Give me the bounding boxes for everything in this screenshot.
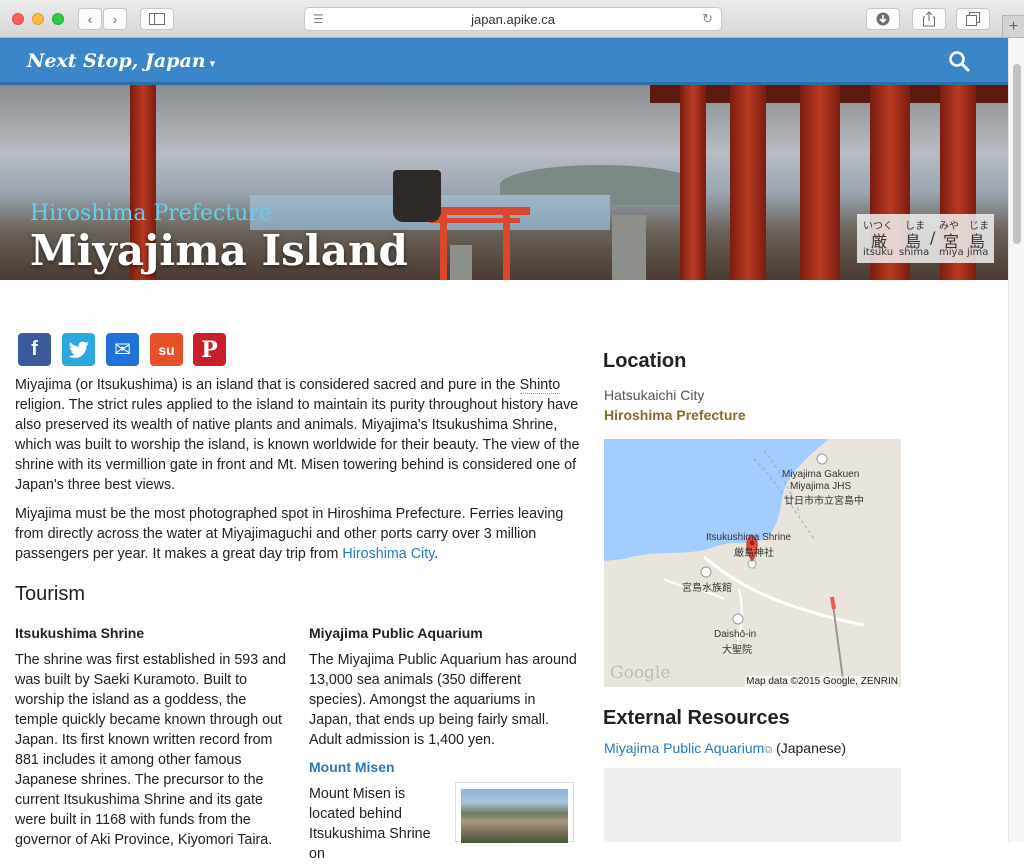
search-icon[interactable] [948, 50, 970, 72]
tabs-icon [966, 12, 980, 26]
map-label-shrine: Itsukushima Shrine [706, 532, 792, 543]
aquarium-text: The Miyajima Public Aquarium has around … [309, 652, 577, 748]
ad-placeholder [604, 768, 901, 842]
download-icon [876, 12, 890, 26]
url-text: japan.apike.ca [471, 11, 555, 27]
furigana-box: いつく しま みや じま 厳 島 / 宮 島 itsuku shima miya… [857, 214, 994, 263]
location-city: Hatsukaichi City [604, 387, 705, 403]
page-title: Miyajima Island [30, 226, 408, 275]
facebook-icon: f [31, 338, 38, 360]
external-link-suffix: (Japanese) [776, 740, 847, 756]
external-resources-heading: External Resources [603, 707, 790, 729]
map-label-school-1: Miyajima Gakuen [782, 469, 860, 480]
new-tab-button[interactable]: + [1002, 15, 1024, 37]
downloads-button[interactable] [866, 8, 900, 30]
forward-button[interactable]: › [103, 8, 127, 30]
stone-lantern [612, 215, 646, 280]
hanging-lantern [393, 170, 441, 222]
misen-text: Mount Misen is located behind Itsukushim… [309, 786, 431, 862]
pinterest-share-button[interactable]: P [193, 333, 226, 366]
shinto-term[interactable]: Shinto [519, 377, 561, 394]
shrine-heading: Itsukushima Shrine [15, 625, 145, 641]
twitter-share-button[interactable]: t [62, 333, 95, 366]
chevron-left-icon: ‹ [87, 11, 93, 27]
tourism-heading: Tourism [15, 583, 86, 605]
external-link-icon: ⧉ [764, 744, 773, 756]
stumbleupon-icon: su [158, 341, 175, 358]
reader-icon[interactable]: ☰ [313, 12, 324, 26]
address-bar[interactable]: ☰ japan.apike.ca ↻ [304, 7, 722, 31]
scrollbar-thumb[interactable] [1013, 64, 1021, 244]
mount-misen-link[interactable]: Mount Misen [309, 759, 395, 775]
map-label-daisho-jp: 大聖院 [722, 645, 752, 656]
google-logo[interactable]: Google [610, 663, 670, 683]
back-button[interactable]: ‹ [78, 8, 102, 30]
browser-toolbar: ‹ › ☰ japan.apike.ca ↻ + [0, 0, 1024, 38]
map-label-school-jp: 廿日市市立宮島中 [784, 496, 864, 507]
misen-photo [461, 789, 568, 843]
site-brand-menu[interactable]: Next Stop, Japan ▾ [27, 50, 215, 72]
ruby-romaji: itsuku [863, 247, 894, 258]
misen-thumbnail[interactable] [455, 782, 574, 843]
pinterest-icon: P [201, 336, 218, 363]
external-resource-item: Miyajima Public Aquarium⧉ (Japanese) [604, 740, 846, 757]
intro-paragraph-2: Miyajima must be the most photographed s… [15, 506, 564, 562]
map-label-aquarium-jp: 宮島水族館 [682, 583, 732, 594]
map-label-daisho: Daishō-in [714, 629, 757, 640]
site-navbar: Next Stop, Japan ▾ [0, 38, 1008, 85]
location-map[interactable]: Miyajima Gakuen Miyajima JHS 廿日市市立宮島中 It… [604, 439, 901, 687]
maximize-window-button[interactable] [52, 13, 64, 25]
brand-label: Next Stop, Japan [27, 50, 206, 72]
reload-icon[interactable]: ↻ [702, 11, 713, 27]
map-credit: Map data ©2015 Google, ZENRIN [745, 676, 899, 687]
map-label-shrine-jp: 厳島神社 [734, 548, 774, 559]
share-icon [923, 11, 935, 27]
hero-subtitle: Hiroshima Prefecture [30, 201, 272, 226]
hiroshima-city-link[interactable]: Hiroshima City [342, 546, 434, 562]
facebook-share-button[interactable]: f [18, 333, 51, 366]
shrine-text: The shrine was first established in 593 … [15, 652, 286, 848]
caret-down-icon: ▾ [209, 57, 216, 70]
sidebar-toggle-button[interactable] [140, 8, 174, 30]
map-label-school-2: Miyajima JHS [790, 481, 852, 492]
aquarium-external-link[interactable]: Miyajima Public Aquarium [604, 740, 764, 756]
minimize-window-button[interactable] [32, 13, 44, 25]
chevron-right-icon: › [112, 11, 118, 27]
sidebar-icon [149, 13, 165, 25]
email-share-button[interactable]: ✉ [106, 333, 139, 366]
envelope-icon: ✉ [114, 339, 131, 361]
location-prefecture-link[interactable]: Hiroshima Prefecture [604, 407, 746, 423]
twitter-icon [68, 341, 89, 358]
close-window-button[interactable] [12, 13, 24, 25]
page-scrollbar[interactable] [1008, 38, 1024, 842]
stumbleupon-share-button[interactable]: su [150, 333, 183, 366]
aquarium-heading: Miyajima Public Aquarium [309, 625, 483, 641]
intro-paragraph-1: Miyajima (or Itsukushima) is an island t… [15, 377, 580, 493]
tabs-overview-button[interactable] [956, 8, 990, 30]
share-button[interactable] [912, 8, 946, 30]
location-heading: Location [603, 350, 687, 372]
